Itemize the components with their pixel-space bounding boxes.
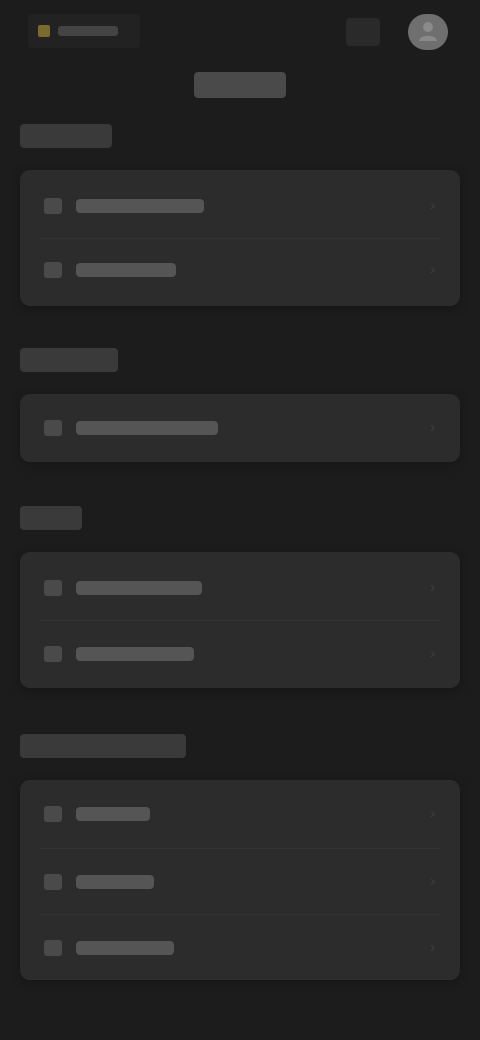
settings-row-label xyxy=(76,875,154,889)
feedback-icon xyxy=(44,646,62,662)
section-title-1 xyxy=(20,124,112,148)
privacy-icon xyxy=(44,940,62,956)
avatar[interactable] xyxy=(408,14,448,50)
user-icon xyxy=(419,22,437,41)
settings-card-4: › › › xyxy=(20,780,460,980)
chevron-right-icon: › xyxy=(430,261,436,278)
chevron-right-icon: › xyxy=(430,805,436,822)
row-divider xyxy=(40,914,440,915)
help-icon xyxy=(44,580,62,596)
chevron-right-icon: › xyxy=(430,197,436,214)
security-icon xyxy=(44,262,62,278)
terms-icon xyxy=(44,874,62,890)
preferences-icon xyxy=(44,420,62,436)
settings-card-2: › xyxy=(20,394,460,462)
settings-row[interactable]: › xyxy=(20,916,460,980)
chevron-right-icon: › xyxy=(430,873,436,890)
settings-row-label xyxy=(76,199,204,213)
chevron-right-icon: › xyxy=(430,939,436,956)
section-title-4 xyxy=(20,734,186,758)
settings-row-label xyxy=(76,263,176,277)
chevron-right-icon: › xyxy=(430,579,436,596)
settings-row[interactable]: › xyxy=(20,622,460,686)
settings-row[interactable]: › xyxy=(20,850,460,914)
settings-card-3: › › xyxy=(20,552,460,688)
menu-icon[interactable] xyxy=(346,18,380,46)
settings-row-label xyxy=(76,647,194,661)
app-logo[interactable] xyxy=(28,14,140,48)
settings-card-1: › › xyxy=(20,170,460,306)
settings-row[interactable]: › xyxy=(20,782,460,846)
settings-row[interactable]: › xyxy=(20,556,460,620)
chevron-right-icon: › xyxy=(430,419,436,436)
logo-text xyxy=(58,26,118,36)
settings-row-label xyxy=(76,807,150,821)
page-title xyxy=(194,72,286,98)
settings-row[interactable]: › xyxy=(20,238,460,302)
settings-row-label xyxy=(76,421,218,435)
about-icon xyxy=(44,806,62,822)
settings-row[interactable]: › xyxy=(20,174,460,238)
account-icon xyxy=(44,198,62,214)
section-title-2 xyxy=(20,348,118,372)
settings-row[interactable]: › xyxy=(20,396,460,460)
settings-row-label xyxy=(76,581,202,595)
logo-mark-icon xyxy=(38,25,50,37)
chevron-right-icon: › xyxy=(430,645,436,662)
top-app-bar xyxy=(0,0,480,64)
settings-row-label xyxy=(76,941,174,955)
row-divider xyxy=(40,848,440,849)
row-divider xyxy=(40,620,440,621)
section-title-3 xyxy=(20,506,82,530)
